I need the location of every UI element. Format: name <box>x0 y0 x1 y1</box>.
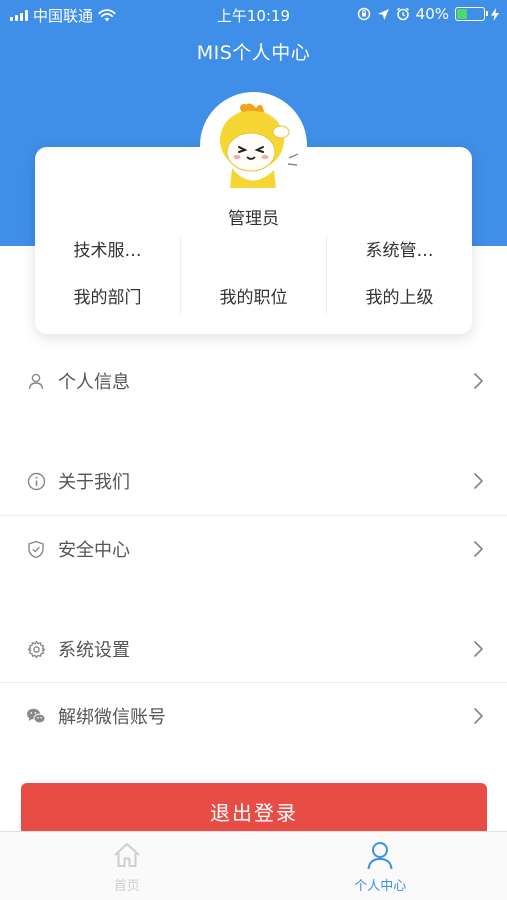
stat-supervisor[interactable]: 系统管… 我的上级 <box>326 236 472 314</box>
chevron-right-icon <box>474 708 483 724</box>
battery-icon <box>455 7 488 21</box>
stat-position-label: 我的职位 <box>219 288 288 308</box>
info-icon <box>26 471 46 491</box>
gear-icon <box>26 639 46 659</box>
tab-home-label: 首页 <box>113 879 140 894</box>
tab-home[interactable]: 首页 <box>0 832 254 900</box>
stat-department[interactable]: 技术服… 我的部门 <box>35 236 180 314</box>
battery-percent: 40% <box>415 5 449 23</box>
menu-item-personal-info[interactable]: 个人信息 <box>0 347 507 415</box>
chevron-right-icon <box>474 473 483 489</box>
status-bar: 中国联通 上午10:19 40% <box>0 0 507 28</box>
duck-avatar-icon <box>219 102 298 188</box>
menu-label-personal-info: 个人信息 <box>58 372 130 393</box>
charging-icon <box>491 7 499 21</box>
menu-item-security-center[interactable]: 安全中心 <box>0 515 507 583</box>
shield-icon <box>26 539 46 559</box>
alarm-icon <box>396 7 409 21</box>
stat-position-value <box>181 237 326 265</box>
tab-bar: 首页 个人中心 <box>0 831 507 900</box>
home-icon <box>114 843 140 867</box>
menu-label-about-us: 关于我们 <box>58 472 130 493</box>
wechat-icon <box>26 706 46 726</box>
menu-label-security-center: 安全中心 <box>58 540 130 561</box>
stat-department-value: 技术服… <box>73 241 142 261</box>
status-right: 40% <box>357 5 499 23</box>
stat-supervisor-value: 系统管… <box>365 241 434 261</box>
screen: 中国联通 上午10:19 40% MIS个人中心 管理员 技术服… 我的部门 我… <box>0 0 507 900</box>
menu-item-about-us[interactable]: 关于我们 <box>0 447 507 515</box>
menu-label-system-settings: 系统设置 <box>58 640 130 661</box>
stat-position[interactable]: 我的职位 <box>180 236 326 314</box>
stat-supervisor-label: 我的上级 <box>365 288 434 308</box>
menu-item-unbind-wechat[interactable]: 解绑微信账号 <box>0 682 507 750</box>
user-icon <box>26 371 46 391</box>
menu-label-unbind-wechat: 解绑微信账号 <box>58 707 166 728</box>
battery-level <box>457 9 467 19</box>
tab-profile[interactable]: 个人中心 <box>254 832 507 900</box>
page-title: MIS个人中心 <box>196 42 311 64</box>
user-icon <box>367 842 393 870</box>
orientation-lock-icon <box>357 7 370 21</box>
avatar[interactable] <box>200 92 307 199</box>
chevron-right-icon <box>474 641 483 657</box>
chevron-right-icon <box>474 541 483 557</box>
location-icon <box>377 8 389 20</box>
profile-stats: 技术服… 我的部门 我的职位 系统管… 我的上级 <box>35 236 472 314</box>
stat-department-label: 我的部门 <box>73 288 142 308</box>
profile-name: 管理员 <box>228 209 279 229</box>
chevron-right-icon <box>474 373 483 389</box>
tab-profile-label: 个人中心 <box>354 879 407 894</box>
menu-item-system-settings[interactable]: 系统设置 <box>0 615 507 683</box>
